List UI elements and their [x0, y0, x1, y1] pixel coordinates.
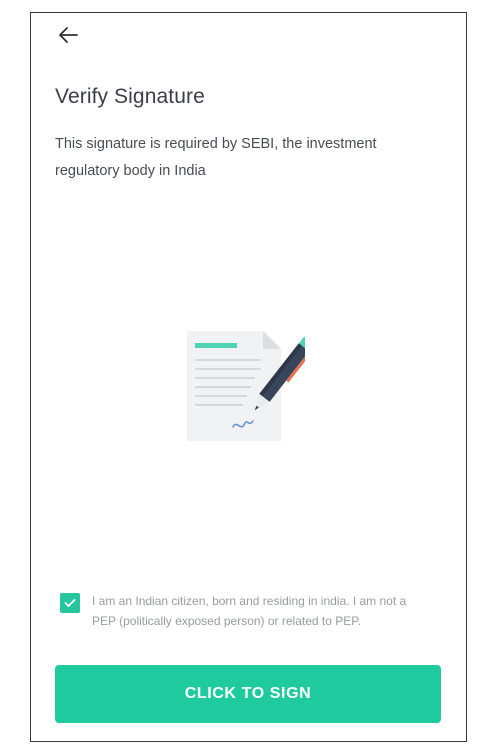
checkmark-icon	[64, 599, 76, 607]
back-button[interactable]	[55, 23, 81, 47]
app-screen: Verify Signature This signature is requi…	[30, 12, 467, 742]
consent-row: I am an Indian citizen, born and residin…	[60, 591, 440, 631]
document-signing-pen-icon	[187, 331, 305, 441]
consent-checkbox[interactable]	[60, 593, 80, 613]
arrow-left-icon	[59, 27, 78, 43]
page-description: This signature is required by SEBI, the …	[55, 136, 377, 179]
click-to-sign-button[interactable]: CLICK TO SIGN	[55, 665, 441, 723]
consent-text: I am an Indian citizen, born and residin…	[92, 594, 407, 628]
page-title: Verify Signature	[55, 85, 205, 108]
